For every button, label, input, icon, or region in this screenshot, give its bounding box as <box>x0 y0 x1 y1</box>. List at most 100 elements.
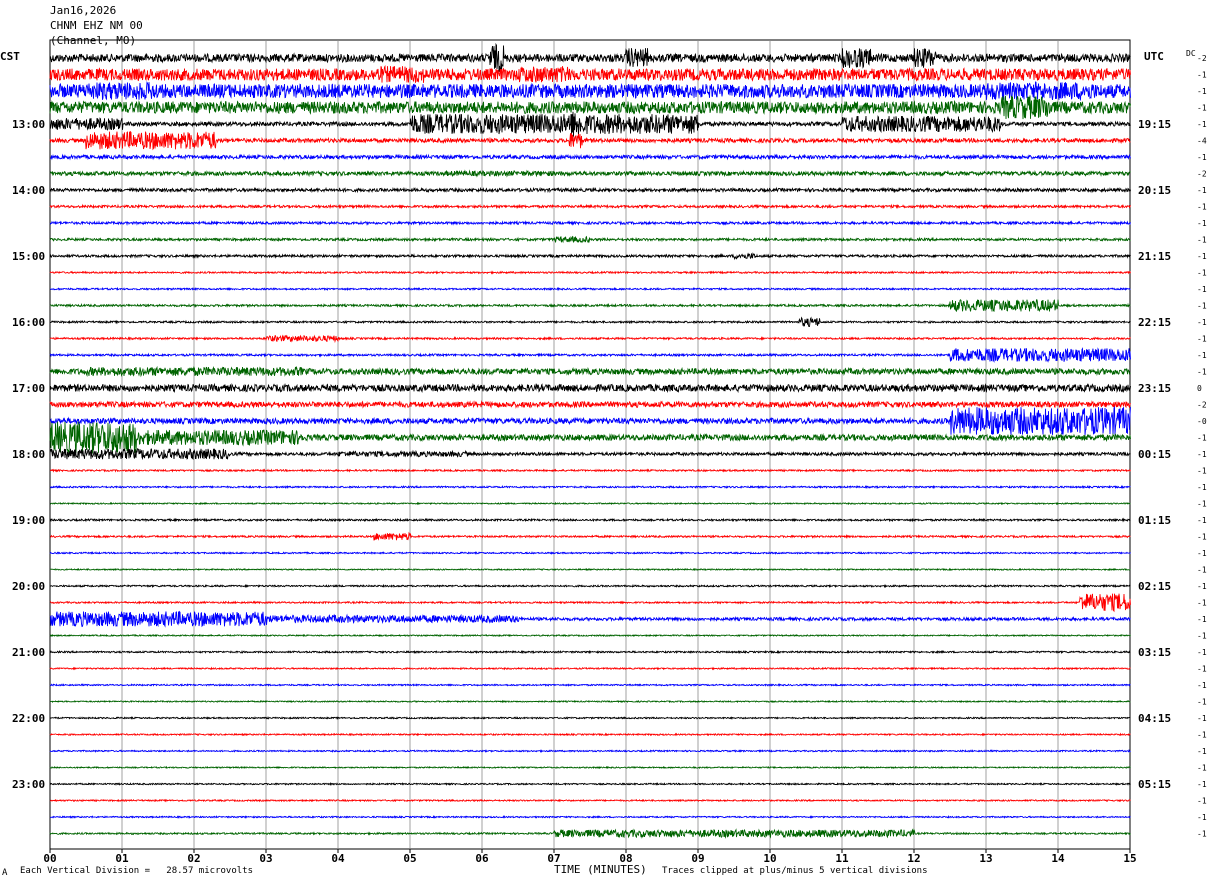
dc-offset-value: -1 <box>1197 500 1207 509</box>
dc-offset-value: -1 <box>1197 335 1207 344</box>
local-time-label: 16:00 <box>12 316 45 329</box>
dc-offset-value: -1 <box>1197 318 1207 327</box>
corner-mark: A <box>2 868 8 878</box>
dc-offset-value: -1 <box>1197 450 1207 459</box>
dc-offset-value: -2 <box>1197 54 1207 63</box>
x-tick-label: 12 <box>907 852 920 865</box>
dc-offset-value: -1 <box>1197 582 1207 591</box>
local-time-label: 20:00 <box>12 580 45 593</box>
dc-offset-value: -0 <box>1197 417 1207 426</box>
utc-time-label: 02:15 <box>1138 580 1171 593</box>
seismic-trace <box>49 42 1131 72</box>
dc-offset-value: -1 <box>1197 516 1207 525</box>
dc-offset-value: -1 <box>1197 153 1207 162</box>
utc-time-label: 00:15 <box>1138 448 1171 461</box>
dc-offset-value: -1 <box>1197 87 1207 96</box>
dc-offset-value: -1 <box>1197 648 1207 657</box>
seismic-trace <box>49 447 1131 461</box>
seismic-trace <box>49 382 1131 394</box>
seismic-trace <box>49 406 1131 436</box>
dc-offset-value: -1 <box>1197 467 1207 476</box>
seismic-trace <box>49 633 1131 638</box>
x-tick-label: 03 <box>259 852 272 865</box>
seismic-trace <box>49 732 1131 737</box>
seismic-trace <box>49 220 1131 226</box>
seismic-trace <box>49 400 1131 410</box>
local-time-label: 18:00 <box>12 448 45 461</box>
plot-frame <box>49 39 1131 850</box>
utc-time-label: 01:15 <box>1138 514 1171 527</box>
seismic-trace <box>49 316 1131 328</box>
seismic-trace <box>49 421 1131 454</box>
dc-offset-value: -1 <box>1197 120 1207 129</box>
dc-offset-value: -1 <box>1197 599 1207 608</box>
seismic-trace <box>50 286 1131 292</box>
dc-offset-value: -1 <box>1197 813 1207 822</box>
seismic-trace <box>49 111 1131 137</box>
utc-time-label: 19:15 <box>1138 118 1171 131</box>
seismic-trace <box>49 531 1131 541</box>
dc-offset-value: -1 <box>1197 681 1207 690</box>
seismic-trace <box>49 365 1131 378</box>
dc-offset-value: -1 <box>1197 302 1207 311</box>
dc-offset-value: 0 <box>1197 384 1202 393</box>
seismic-trace <box>49 81 1131 102</box>
dc-offset-value: -1 <box>1197 665 1207 674</box>
local-time-label: 13:00 <box>12 118 45 131</box>
seismic-trace <box>49 169 1131 178</box>
seismic-trace <box>49 683 1131 688</box>
x-tick-label: 06 <box>475 852 489 865</box>
dc-offset-value: -1 <box>1197 615 1207 624</box>
x-tick-label: 05 <box>403 852 416 865</box>
x-tick-label: 14 <box>1051 852 1065 865</box>
seismic-trace <box>49 203 1131 210</box>
x-tick-label: 02 <box>187 852 200 865</box>
seismic-trace <box>49 610 1131 628</box>
dc-offset-value: -4 <box>1197 137 1207 146</box>
x-tick-label: 09 <box>691 852 704 865</box>
utc-time-label: 04:15 <box>1138 712 1171 725</box>
dc-offset-value: -1 <box>1197 483 1207 492</box>
seismic-trace <box>49 347 1131 363</box>
dc-offset-value: -1 <box>1197 714 1207 723</box>
dc-offset-value: -1 <box>1197 351 1207 360</box>
seismic-trace <box>49 484 1131 490</box>
x-tick-label: 15 <box>1123 852 1136 865</box>
scale-note: Each Vertical Division = 28.57 microvolt… <box>20 866 253 876</box>
dc-offset-value: -1 <box>1197 797 1207 806</box>
dc-offset-value: -1 <box>1197 236 1207 245</box>
seismic-trace <box>49 583 1131 589</box>
utc-time-label: 21:15 <box>1138 250 1171 263</box>
x-tick-label: 04 <box>331 852 345 865</box>
dc-offset-value: -1 <box>1197 747 1207 756</box>
seismic-trace <box>49 716 1131 720</box>
seismic-trace <box>49 567 1131 572</box>
grid-layer <box>49 39 1131 853</box>
seismic-trace <box>49 748 1131 753</box>
seismic-trace <box>49 593 1131 613</box>
dc-offset-value: -1 <box>1197 566 1207 575</box>
seismic-trace <box>49 299 1131 313</box>
local-time-label: 23:00 <box>12 778 45 791</box>
dc-offset-value: -1 <box>1197 203 1207 212</box>
seismic-trace <box>49 828 1131 839</box>
seismic-trace <box>49 699 1131 704</box>
local-time-label: 17:00 <box>12 382 45 395</box>
dc-offset-value: -1 <box>1197 269 1207 278</box>
x-tick-label: 00 <box>43 852 56 865</box>
dc-offset-value: -1 <box>1197 830 1207 839</box>
dc-offset-value: -1 <box>1197 533 1207 542</box>
dc-offset-value: -2 <box>1197 401 1207 410</box>
dc-offset-value: -1 <box>1197 104 1207 113</box>
local-time-label: 19:00 <box>12 514 45 527</box>
dc-offset-value: -2 <box>1197 170 1207 179</box>
dc-offset-value: -1 <box>1197 764 1207 773</box>
dc-offset-value: -1 <box>1197 186 1207 195</box>
seismic-trace <box>49 501 1131 506</box>
dc-offset-value: -1 <box>1197 549 1207 558</box>
local-time-label: 14:00 <box>12 184 45 197</box>
seismic-trace <box>49 153 1131 161</box>
seismic-trace <box>49 798 1131 803</box>
helicorder-plot: 00 01 02 03 04 05 06 07 08 09 10 11 12 13 14 1513:0014:… <box>12 39 1207 865</box>
dc-offset-value: -1 <box>1197 252 1207 261</box>
